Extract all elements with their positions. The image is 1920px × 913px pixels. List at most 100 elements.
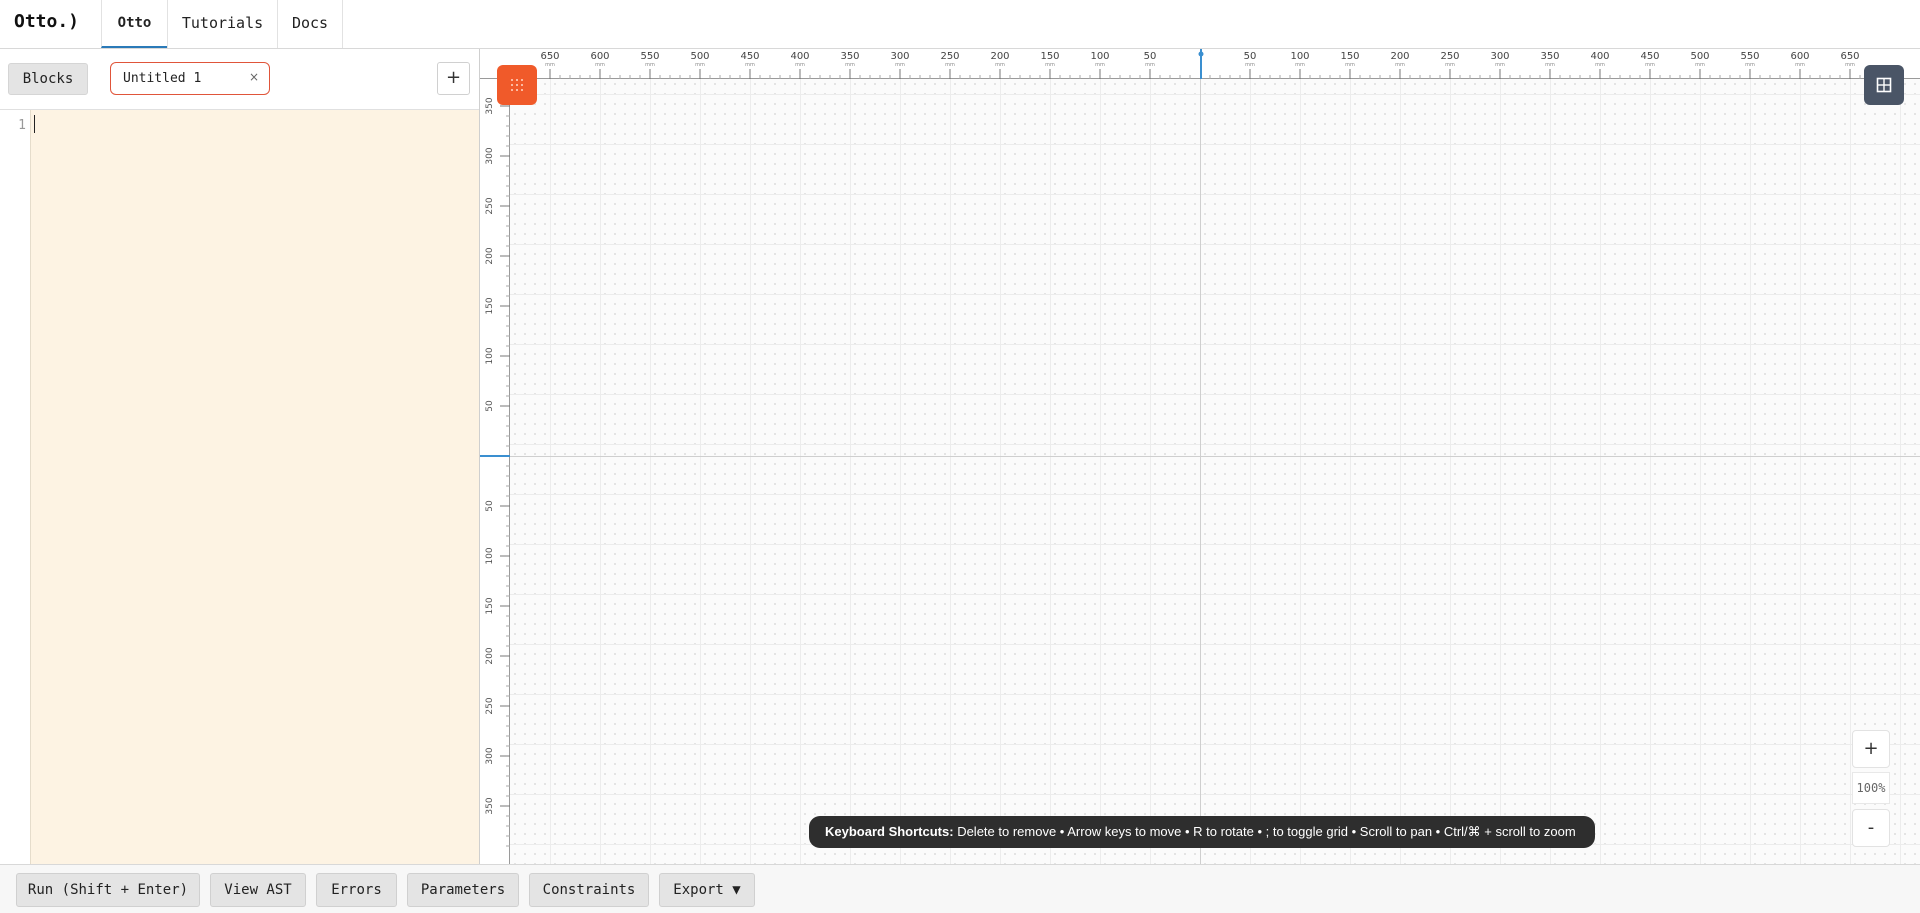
ruler-label: 100 [485, 547, 495, 564]
export-button[interactable]: Export ▼ [659, 873, 755, 907]
ruler-label: 150 [1340, 51, 1359, 62]
ruler-label: 150 [485, 597, 495, 614]
ruler-unit: mm [645, 62, 655, 68]
ruler-label: 100 [1290, 51, 1309, 62]
grid-toggle-button[interactable] [1864, 65, 1904, 105]
ruler-unit: mm [1545, 62, 1555, 68]
zoom-out-button[interactable]: - [1852, 809, 1890, 847]
ruler-label: 150 [485, 297, 495, 314]
ruler-unit: mm [545, 62, 555, 68]
file-tab[interactable]: Untitled 1 × [110, 62, 270, 95]
ruler-unit: mm [1745, 62, 1755, 68]
ruler-label: 500 [1690, 51, 1709, 62]
ruler-label: 350 [485, 797, 495, 814]
ruler-unit: mm [595, 62, 605, 68]
ruler-label: 450 [1640, 51, 1659, 62]
ruler-label: 650 [540, 51, 559, 62]
ruler-unit: mm [1795, 62, 1805, 68]
ruler-unit: mm [1045, 62, 1055, 68]
parameters-button[interactable]: Parameters [407, 873, 519, 907]
nav-tab-otto[interactable]: Otto [101, 0, 167, 48]
close-icon[interactable]: × [249, 70, 259, 84]
view-ast-button[interactable]: View AST [210, 873, 306, 907]
y-axis-line [1200, 79, 1201, 864]
ruler-label: 250 [485, 697, 495, 714]
text-caret [34, 115, 35, 133]
ruler-unit: mm [995, 62, 1005, 68]
ruler-label: 400 [790, 51, 809, 62]
ruler-unit: mm [1095, 62, 1105, 68]
top-nav-bar: Otto.) Otto Tutorials Docs [0, 0, 1920, 49]
ruler-unit: mm [795, 62, 805, 68]
ruler-unit: mm [1345, 62, 1355, 68]
editor-toolbar: Blocks Untitled 1 × + [0, 49, 479, 110]
ruler-unit: mm [1645, 62, 1655, 68]
drag-grid-icon [511, 79, 523, 91]
ruler-label: 200 [1390, 51, 1409, 62]
grid-toggle-icon [1876, 77, 1892, 93]
ruler-unit: mm [1495, 62, 1505, 68]
ruler-label: 250 [1440, 51, 1459, 62]
editor-panel: Blocks Untitled 1 × + 1 [0, 49, 480, 864]
zoom-in-button[interactable]: + [1852, 730, 1890, 768]
drag-grid-button[interactable] [497, 65, 537, 105]
ruler-label: 100 [1090, 51, 1109, 62]
ruler-label: 300 [890, 51, 909, 62]
ruler-label: 250 [485, 197, 495, 214]
design-canvas[interactable]: 650 mm 600 mm 550 mm 500 mm 450 mm 400 mm 350 mm 300 mm… [480, 49, 1920, 864]
ruler-label: 350 [840, 51, 859, 62]
ruler-label: 50 [485, 500, 495, 512]
blocks-button[interactable]: Blocks [8, 63, 88, 95]
line-gutter: 1 [0, 110, 30, 864]
ruler-label: 300 [1490, 51, 1509, 62]
nav-tab-tutorials[interactable]: Tutorials [167, 0, 277, 48]
ruler-label: 600 [590, 51, 609, 62]
add-file-button[interactable]: + [437, 62, 470, 95]
ruler-unit: mm [1845, 62, 1855, 68]
ruler-unit: mm [945, 62, 955, 68]
ruler-unit: mm [1695, 62, 1705, 68]
ruler-label: 350 [485, 97, 495, 114]
vertical-ruler: 350 300 250 200 150 100 50 50 100 150 200 250 300 350 [480, 79, 510, 864]
ruler-label: 200 [485, 247, 495, 264]
ruler-label: 450 [740, 51, 759, 62]
ruler-unit: mm [1145, 62, 1155, 68]
ruler-label: 350 [1540, 51, 1559, 62]
ruler-label: 550 [640, 51, 659, 62]
ruler-label: 600 [1790, 51, 1809, 62]
errors-button[interactable]: Errors [316, 873, 397, 907]
ruler-label: 250 [940, 51, 959, 62]
ruler-unit: mm [1595, 62, 1605, 68]
nav-tab-docs[interactable]: Docs [277, 0, 343, 48]
ruler-label: 200 [990, 51, 1009, 62]
app-logo[interactable]: Otto.) [14, 11, 79, 32]
ruler-label: 200 [485, 647, 495, 664]
ruler-label: 550 [1740, 51, 1759, 62]
bottom-toolbar: Run (Shift + Enter) View AST Errors Para… [0, 864, 1920, 913]
code-editor[interactable] [30, 110, 479, 864]
ruler-unit: mm [695, 62, 705, 68]
constraints-button[interactable]: Constraints [529, 873, 649, 907]
ruler-unit: mm [895, 62, 905, 68]
ruler-unit: mm [745, 62, 755, 68]
ruler-unit: mm [1295, 62, 1305, 68]
ruler-unit: mm [1395, 62, 1405, 68]
ruler-label: 500 [690, 51, 709, 62]
zoom-level: 100% [1852, 772, 1890, 804]
ruler-label: 50 [1144, 51, 1157, 62]
ruler-label: 50 [1244, 51, 1257, 62]
origin-marker-y [480, 455, 510, 457]
ruler-label: 150 [1040, 51, 1059, 62]
ruler-label: 650 [1840, 51, 1859, 62]
vertical-ruler-ticks: 350 300 250 200 150 100 50 50 100 150 200 250 300 350 [485, 97, 510, 847]
ruler-label: 300 [485, 147, 495, 164]
ruler-unit: mm [845, 62, 855, 68]
shortcuts-text: Delete to remove • Arrow keys to move • … [953, 824, 1576, 839]
x-axis-line [510, 456, 1920, 457]
ruler-label: 300 [485, 747, 495, 764]
line-number: 1 [18, 118, 26, 133]
ruler-label: 400 [1590, 51, 1609, 62]
run-button[interactable]: Run (Shift + Enter) [16, 873, 200, 907]
file-tab-name: Untitled 1 [123, 71, 202, 86]
origin-marker-x [1200, 49, 1202, 79]
